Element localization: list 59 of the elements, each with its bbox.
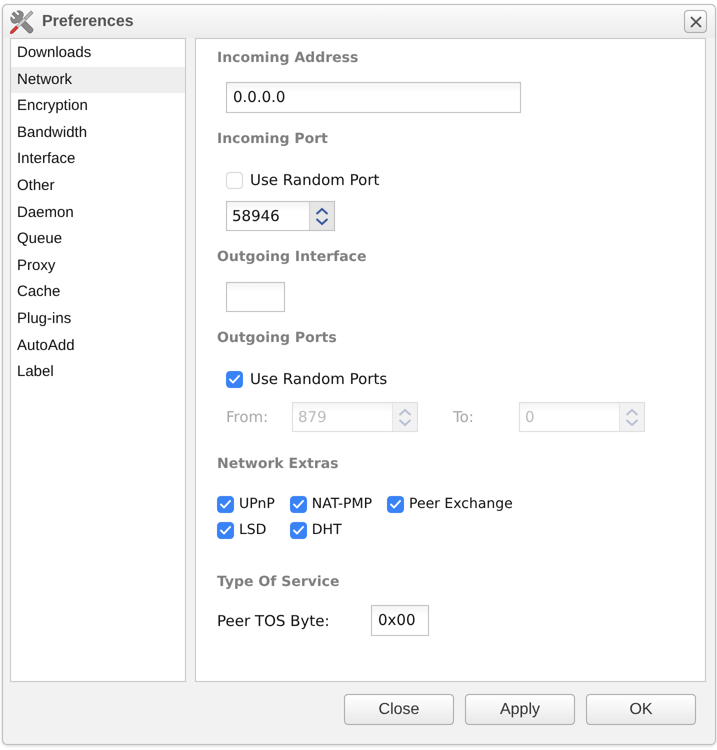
sidebar-item[interactable]: Daemon [11, 200, 185, 226]
checkbox[interactable] [290, 522, 307, 538]
checkbox-label[interactable]: UPnP [239, 496, 275, 512]
sidebar-item[interactable]: Cache [11, 279, 185, 306]
dialog-button[interactable]: Close [344, 694, 454, 725]
chevron-up-icon [625, 408, 639, 416]
chevron-up-icon [315, 206, 329, 214]
checkbox[interactable] [387, 496, 404, 512]
number-spinner[interactable]: 58946 [226, 201, 335, 231]
checkmark-icon [220, 500, 231, 508]
window-title: Preferences [42, 12, 135, 30]
section-heading: Type Of Service [217, 573, 340, 592]
checkbox-label[interactable]: LSD [239, 522, 266, 538]
checkbox-label[interactable]: NAT-PMP [312, 496, 372, 512]
checkbox[interactable] [217, 522, 234, 538]
sidebar-item[interactable]: Plug-ins [11, 306, 185, 333]
field-label: Peer TOS Byte: [217, 612, 330, 630]
sidebar-item[interactable]: Encryption [11, 93, 185, 120]
checkbox-label[interactable]: Use Random Port [250, 171, 380, 189]
checkbox-label[interactable]: DHT [312, 522, 342, 538]
field-label: To: [453, 408, 475, 426]
sidebar-item[interactable]: AutoAdd [11, 332, 185, 360]
stepper-buttons[interactable] [309, 202, 334, 230]
checkmark-icon [229, 374, 240, 384]
section-heading: Network Extras [217, 455, 339, 474]
text-field[interactable] [226, 282, 285, 312]
sidebar-item[interactable]: Proxy [11, 252, 185, 280]
sidebar-item[interactable]: Network [11, 66, 185, 94]
section-heading: Outgoing Interface [217, 248, 366, 267]
checkbox-label[interactable]: Peer Exchange [409, 496, 513, 512]
dialog-button[interactable]: OK [586, 694, 696, 725]
chevron-down-icon [398, 418, 412, 426]
sidebar-item[interactable]: Label [11, 359, 185, 386]
close-button[interactable] [684, 10, 707, 33]
sidebar-item[interactable]: Other [11, 172, 185, 200]
checkmark-icon [292, 526, 304, 534]
sidebar-item[interactable]: Bandwidth [11, 120, 185, 146]
dialog-button[interactable]: Apply [465, 694, 575, 725]
section-heading: Incoming Address [217, 49, 358, 68]
sidebar-item[interactable]: Interface [11, 146, 185, 173]
checkbox-label[interactable]: Use Random Ports [250, 370, 388, 388]
sidebar-item[interactable]: Downloads [11, 40, 185, 67]
checkbox[interactable] [217, 496, 234, 512]
checkmark-icon [220, 526, 231, 534]
section-heading: Incoming Port [217, 130, 328, 149]
field-label: From: [226, 408, 270, 426]
checkmark-icon [292, 500, 304, 508]
sidebar-item[interactable]: Queue [11, 226, 185, 253]
text-field[interactable]: 0x00 [371, 605, 429, 636]
checkbox[interactable] [290, 496, 307, 512]
chevron-up-icon [398, 408, 412, 416]
checkmark-icon [390, 500, 402, 508]
chevron-down-icon [625, 418, 639, 426]
text-field[interactable]: 0.0.0.0 [226, 82, 521, 113]
section-heading: Outgoing Ports [217, 329, 337, 348]
chevron-down-icon [315, 218, 329, 226]
wrench-screwdriver-icon [9, 8, 35, 34]
checkbox[interactable] [226, 370, 243, 388]
close-icon [690, 16, 702, 28]
